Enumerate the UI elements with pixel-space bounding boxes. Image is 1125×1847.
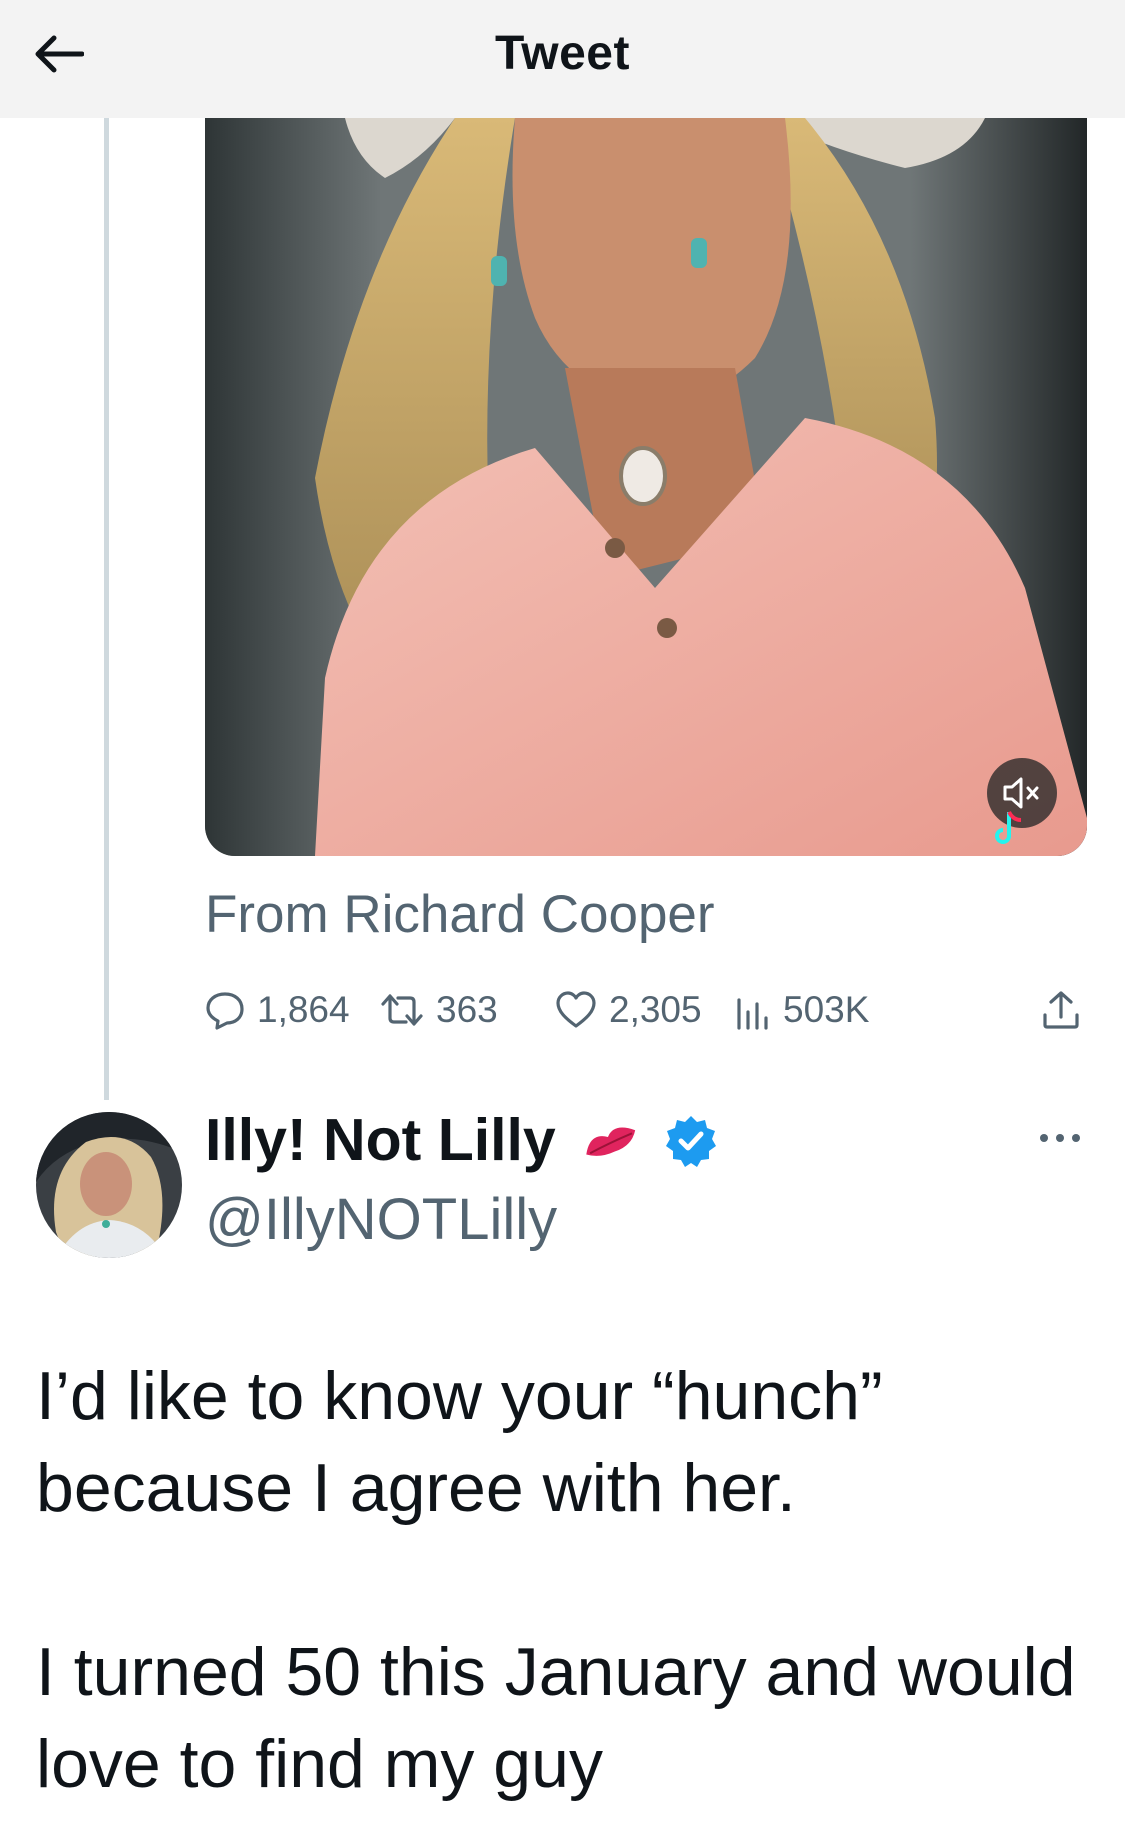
thread-connector-line: [104, 118, 109, 1100]
video-still-image: [205, 118, 1087, 856]
more-options-button[interactable]: [1036, 1120, 1084, 1156]
like-count: 2,305: [609, 989, 702, 1030]
reply-button[interactable]: 1,864: [205, 980, 350, 1040]
tweet-text: I’d like to know your “hunch” because I …: [36, 1350, 1096, 1810]
top-bar: Tweet: [0, 0, 1125, 118]
user-handle[interactable]: @IllyNOTLilly: [205, 1186, 557, 1253]
verified-icon[interactable]: [664, 1114, 718, 1173]
views-count: 503K: [783, 989, 870, 1030]
kiss-icon: [580, 1116, 644, 1175]
reply-icon: [206, 992, 244, 1030]
mute-icon: [1003, 777, 1039, 809]
like-button[interactable]: 2,305: [555, 980, 702, 1040]
share-icon: [1043, 991, 1079, 1029]
media-attribution[interactable]: From Richard Cooper: [205, 884, 715, 945]
display-name[interactable]: Illy! Not Lilly: [205, 1106, 556, 1174]
more-icon: [1040, 1134, 1080, 1142]
like-icon: [556, 991, 596, 1028]
reply-count: 1,864: [257, 989, 350, 1030]
page-title: Tweet: [495, 27, 630, 80]
tweet-action-bar: 1,864 363 2,305 503K: [205, 980, 1087, 1040]
views-icon: [737, 998, 768, 1030]
retweet-icon: [381, 994, 423, 1026]
share-button[interactable]: [1041, 980, 1093, 1040]
avatar[interactable]: [36, 1112, 182, 1258]
tweet-media-video[interactable]: [205, 118, 1087, 856]
views-button[interactable]: 503K: [735, 980, 869, 1040]
tweet-paragraph: I’d like to know your “hunch” because I …: [36, 1358, 883, 1526]
retweet-count: 363: [436, 989, 498, 1030]
tweet-paragraph: I turned 50 this January and would love …: [36, 1634, 1076, 1802]
retweet-button[interactable]: 363: [380, 980, 498, 1040]
tiktok-icon: [989, 808, 1029, 848]
